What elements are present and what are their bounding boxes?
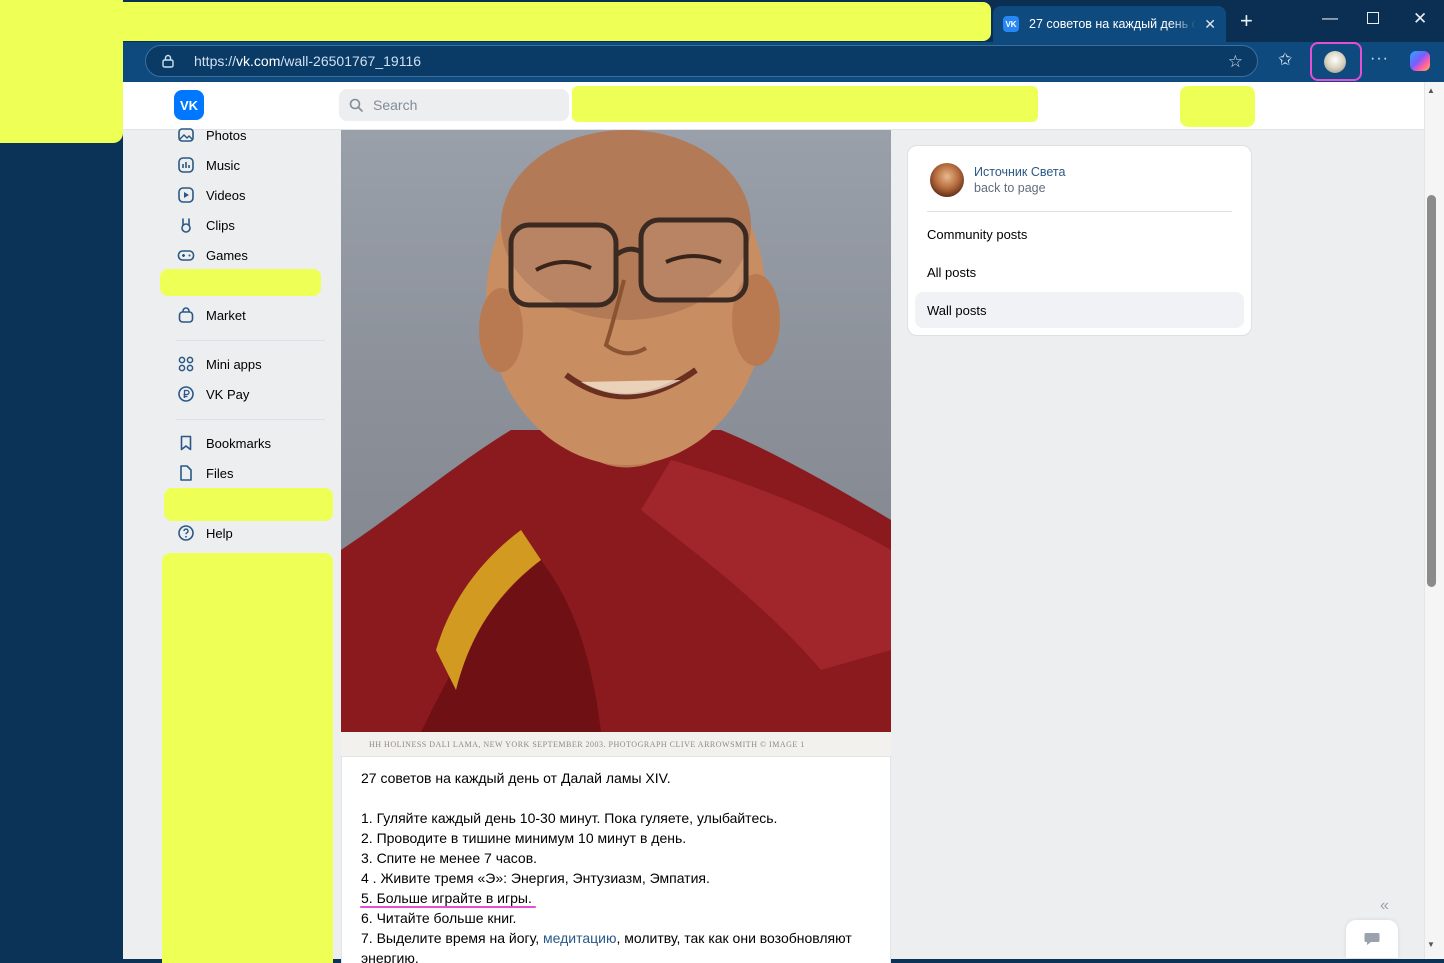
redacted-block (0, 0, 123, 143)
minimize-icon[interactable]: — (1322, 10, 1338, 28)
collapse-chevron-icon[interactable]: « (1380, 897, 1389, 915)
card-divider (927, 211, 1232, 212)
music-icon (176, 155, 196, 175)
favorite-star-icon[interactable]: ☆ (1228, 52, 1243, 72)
post-line: 1. Гуляйте каждый день 10-30 минут. Пока… (361, 810, 778, 826)
sidebar-item-vk-pay[interactable]: VK Pay (176, 381, 249, 407)
line7-start: 7. Выделите время на йогу, (361, 930, 543, 946)
photo-caption: HH HOLINESS DALI LAMA, NEW YORK SEPTEMBE… (341, 732, 891, 757)
sidebar-item-label: Bookmarks (206, 435, 272, 451)
bag-icon (176, 305, 196, 325)
lock-icon (162, 54, 174, 68)
profile-button[interactable] (1310, 42, 1362, 81)
sidebar-item-label: VK Pay (206, 386, 250, 402)
sidebar-item-bookmarks[interactable]: Bookmarks (176, 430, 271, 456)
sidebar-item-label: Files (206, 465, 234, 481)
copilot-icon[interactable] (1410, 51, 1430, 71)
sidebar-item-label: Photos (206, 127, 247, 143)
favorites-icon[interactable]: ✩ (1278, 50, 1292, 70)
sidebar-item-label: Market (206, 307, 246, 323)
filter-wall-posts[interactable]: Wall posts (915, 292, 1244, 328)
photo-icon (176, 125, 196, 145)
chat-button[interactable] (1346, 920, 1398, 958)
avatar (1324, 51, 1346, 73)
chat-bubble-icon (1364, 933, 1380, 945)
filter-all-posts[interactable]: All posts (915, 254, 1244, 290)
sidebar-item-mini-apps[interactable]: Mini apps (176, 351, 262, 377)
grid-icon (176, 354, 196, 374)
post-line: 5. Больше играйте в игры. (361, 890, 532, 906)
sidebar-item-videos[interactable]: Videos (176, 182, 246, 208)
redacted-sidebar-item (160, 269, 321, 296)
sidebar-divider (176, 340, 325, 341)
vk-logo[interactable]: VK (174, 90, 204, 120)
vk-favicon-icon: VK (1003, 16, 1019, 32)
tab-title: 27 советов на каждый день от Далай ламы … (1029, 17, 1197, 31)
post-line: 3. Спите не менее 7 часов. (361, 850, 538, 866)
file-icon (176, 463, 196, 483)
sidebar-item-label: Music (206, 157, 240, 173)
sidebar-item-label: Videos (206, 187, 246, 203)
filter-community-posts[interactable]: Community posts (915, 216, 1244, 252)
redacted-header-area (572, 86, 1038, 122)
post-line: 4 . Живите тремя «Э»: Энергия, Энтузиазм… (361, 870, 710, 886)
url-path: /wall-26501767_19116 (280, 53, 422, 69)
community-avatar[interactable] (930, 163, 964, 197)
meditation-link[interactable]: медитацию (543, 930, 616, 946)
gamepad-icon (176, 245, 196, 265)
sidebar-item-games[interactable]: Games (176, 242, 248, 268)
tab-close-icon[interactable]: ✕ (1204, 16, 1216, 33)
bookmark-icon (176, 433, 196, 453)
portrait-image (341, 130, 891, 732)
post-line: 2. Проводите в тишине минимум 10 минут в… (361, 830, 687, 846)
line7-end: , молитву, так как они возобновляют (616, 930, 852, 946)
post-photo[interactable] (341, 130, 891, 732)
sidebar-item-photos[interactable]: Photos (176, 122, 246, 148)
sidebar-item-music[interactable]: Music (176, 152, 240, 178)
sidebar-item-help[interactable]: Help (176, 520, 233, 546)
post-title: 27 советов на каждый день от Далай ламы … (361, 770, 671, 786)
sidebar-item-label: Games (206, 247, 248, 263)
browser-tab[interactable]: VK 27 советов на каждый день от Далай ла… (993, 6, 1226, 42)
sidebar-item-files[interactable]: Files (176, 460, 233, 486)
new-tab-icon[interactable]: + (1240, 8, 1253, 34)
redacted-sidebar-footer (162, 553, 333, 963)
scroll-up-icon[interactable]: ▲ (1427, 86, 1435, 95)
clips-icon (176, 215, 196, 235)
sidebar-divider (176, 419, 325, 420)
search-placeholder: Search (373, 97, 418, 113)
sidebar-item-label: Clips (206, 217, 235, 233)
redacted-tabs (123, 2, 991, 41)
redacted-sidebar-item (164, 488, 333, 521)
address-bar[interactable]: https://vk.com/wall-26501767_19116 ☆ (145, 45, 1258, 77)
back-to-page-link[interactable]: back to page (974, 181, 1046, 195)
post-text: 27 советов на каждый день от Далай ламы … (361, 768, 871, 963)
help-icon (176, 523, 196, 543)
search-input[interactable]: Search (339, 89, 569, 121)
more-options-icon[interactable]: ··· (1370, 50, 1389, 68)
url-domain: vk.com (236, 53, 281, 69)
redacted-profile-area (1180, 86, 1255, 127)
url-prefix: https:// (194, 53, 237, 69)
search-icon (349, 98, 363, 112)
post-line: 7. Выделите время на йогу, медитацию, мо… (361, 928, 871, 948)
sidebar-item-market[interactable]: Market (176, 302, 246, 328)
sidebar-item-label: Help (206, 525, 233, 541)
highlight-underline (360, 906, 536, 908)
scrollbar-thumb[interactable] (1427, 195, 1436, 587)
post-line: 6. Читайте больше книг. (361, 910, 517, 926)
community-name-link[interactable]: Источник Света (974, 165, 1065, 179)
sidebar-item-clips[interactable]: Clips (176, 212, 235, 238)
window-close-icon[interactable]: ✕ (1413, 9, 1427, 29)
scroll-down-icon[interactable]: ▼ (1427, 940, 1435, 949)
post-line: энергию. (361, 950, 419, 963)
maximize-icon[interactable] (1367, 12, 1379, 24)
video-icon (176, 185, 196, 205)
ruble-icon (176, 384, 196, 404)
sidebar-item-label: Mini apps (206, 356, 262, 372)
